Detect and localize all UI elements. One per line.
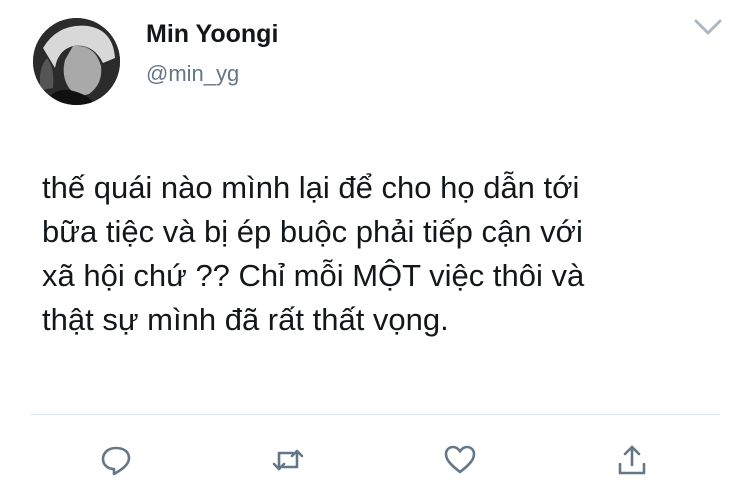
share-button[interactable] (612, 440, 652, 480)
chevron-down-icon[interactable] (693, 16, 723, 38)
tweet-text-line: bữa tiệc và bị ép buộc phải tiếp cận với (42, 214, 583, 249)
tweet-text: thế quái nào mình lại để cho họ dẫn tới … (42, 166, 722, 342)
divider (30, 414, 720, 415)
tweet-text-line: thế quái nào mình lại để cho họ dẫn tới (42, 170, 580, 205)
retweet-icon (272, 449, 304, 471)
display-name[interactable]: Min Yoongi (146, 20, 278, 49)
avatar-photo (33, 18, 120, 105)
reply-button[interactable] (96, 440, 136, 480)
tweet-text-line: thật sự mình đã rất thất vọng. (42, 302, 449, 337)
user-handle[interactable]: @min_yg (146, 61, 239, 87)
share-icon (618, 445, 646, 475)
avatar[interactable] (33, 18, 120, 105)
reply-icon (101, 446, 131, 476)
like-button[interactable] (440, 440, 480, 480)
retweet-button[interactable] (268, 440, 308, 480)
heart-icon (444, 445, 476, 474)
tweet-text-line: xã hội chứ ?? Chỉ mỗi MỘT việc thôi và (42, 258, 585, 293)
